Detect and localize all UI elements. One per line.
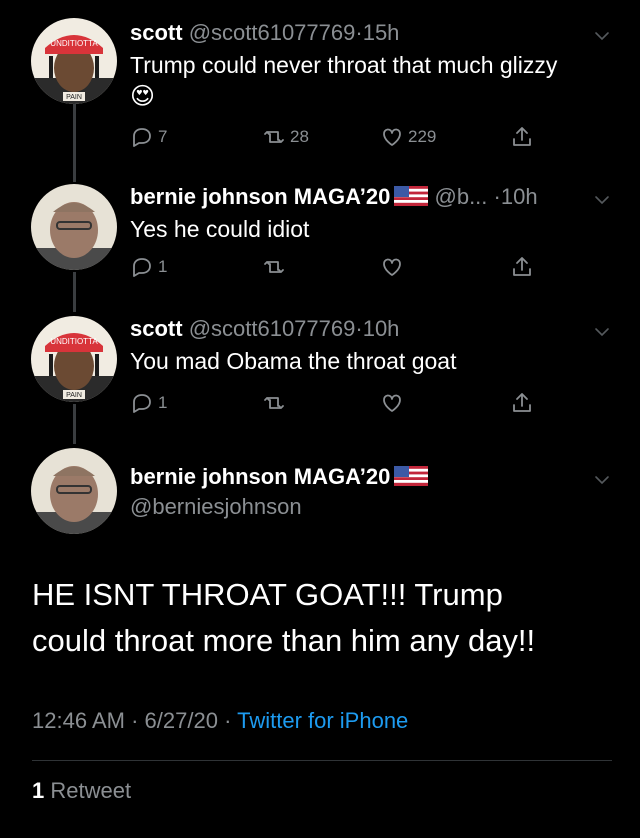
- retweet-count: 28: [290, 127, 309, 146]
- share-button[interactable]: [510, 391, 538, 415]
- us-flag-icon: [394, 186, 429, 206]
- heart-icon: [383, 258, 401, 276]
- tweet-actions: 1: [130, 255, 540, 283]
- reply-icon: [133, 128, 151, 147]
- thread-line: [73, 272, 76, 312]
- avatar-shirt-text: PAIN: [66, 392, 82, 399]
- reply-button[interactable]: 1: [130, 255, 167, 279]
- share-button[interactable]: [510, 255, 538, 279]
- tweet-date[interactable]: 6/27/20: [145, 708, 218, 733]
- like-button[interactable]: [380, 255, 408, 279]
- user-handle-text: @berniesjohnson: [130, 494, 302, 519]
- tweet-text: HE ISNT THROAT GOAT!!! Trump could throa…: [32, 572, 612, 664]
- tweet-meta: 12:46 AM · 6/27/20 · Twitter for iPhone: [32, 708, 408, 734]
- user-handle[interactable]: @scott61077769: [189, 20, 356, 45]
- display-name[interactable]: bernie johnson MAGA’20: [130, 464, 390, 489]
- separator-dot: ·: [131, 708, 139, 733]
- reply-count: 1: [158, 393, 168, 412]
- display-name[interactable]: scott: [130, 20, 183, 45]
- thread-line: [73, 104, 76, 182]
- reply-button[interactable]: 1: [130, 391, 167, 415]
- tweet-header: bernie johnson MAGA’20: [130, 464, 429, 490]
- user-handle[interactable]: @scott61077769: [189, 316, 356, 341]
- thread-line: [73, 404, 76, 444]
- separator-dot: ·: [493, 184, 501, 209]
- retweet-total: 1: [32, 778, 45, 803]
- retweet-icon: [264, 261, 284, 273]
- heart-eyes-emoji: 😍: [130, 83, 156, 110]
- tweet-header: bernie johnson MAGA’20 @b... ·10h: [130, 184, 538, 210]
- share-icon: [513, 393, 531, 412]
- avatar-shirt-text: PAIN: [66, 94, 82, 101]
- retweet-button[interactable]: [262, 255, 290, 279]
- tweet-text: Trump could never throat that much glizz…: [130, 52, 558, 78]
- tweet-text-line: could throat more than him any day!!: [32, 623, 536, 658]
- reply-count: 7: [158, 127, 168, 146]
- like-button[interactable]: [380, 391, 408, 415]
- tweet-header: scott @scott61077769·10h: [130, 316, 399, 342]
- share-icon: [513, 257, 531, 276]
- like-button[interactable]: 229: [380, 125, 436, 149]
- retweet-icon: [264, 397, 284, 409]
- avatar[interactable]: UNDITIOTTA PAIN: [31, 18, 117, 104]
- chevron-down-icon[interactable]: [594, 324, 610, 340]
- user-handle[interactable]: @b...: [435, 184, 488, 209]
- retweet-stats[interactable]: 1 Retweet: [32, 778, 131, 804]
- separator-dot: ·: [355, 316, 363, 341]
- avatar[interactable]: [31, 448, 117, 534]
- display-name[interactable]: scott: [130, 316, 183, 341]
- tweet-time[interactable]: 10h: [501, 184, 538, 209]
- avatar[interactable]: UNDITIOTTA PAIN: [31, 316, 117, 402]
- reply-icon: [133, 258, 151, 277]
- us-flag-icon: [394, 466, 429, 486]
- reply-count: 1: [158, 257, 168, 276]
- chevron-down-icon[interactable]: [594, 472, 610, 488]
- separator-dot: ·: [355, 20, 363, 45]
- share-button[interactable]: [510, 125, 538, 149]
- avatar-cap-text: UNDITIOTTA: [50, 337, 98, 346]
- tweet-source-link[interactable]: Twitter for iPhone: [237, 708, 408, 733]
- tweet-actions: 1: [130, 391, 540, 419]
- tweet-text: Yes he could idiot: [130, 216, 310, 242]
- avatar[interactable]: [31, 184, 117, 270]
- tweet-time[interactable]: 15h: [363, 20, 400, 45]
- tweet-header: scott @scott61077769·15h: [130, 20, 399, 46]
- retweet-button[interactable]: 28: [262, 125, 309, 149]
- chevron-down-icon[interactable]: [594, 192, 610, 208]
- retweet-label: Retweet: [50, 778, 132, 803]
- divider: [32, 760, 612, 761]
- heart-icon: [383, 128, 401, 146]
- retweet-button[interactable]: [262, 391, 290, 415]
- reply-icon: [133, 394, 151, 413]
- chevron-down-icon[interactable]: [594, 28, 610, 44]
- tweet-text: You mad Obama the throat goat: [130, 348, 457, 374]
- reply-button[interactable]: 7: [130, 125, 167, 149]
- user-handle[interactable]: @berniesjohnson: [130, 494, 302, 520]
- tweet-actions: 7 28 229: [130, 125, 540, 153]
- share-icon: [513, 127, 531, 146]
- separator-dot: ·: [224, 708, 232, 733]
- heart-icon: [383, 394, 401, 412]
- tweet-text-line: HE ISNT THROAT GOAT!!! Trump: [32, 577, 503, 612]
- tweet-timestamp[interactable]: 12:46 AM: [32, 708, 125, 733]
- tweet-time[interactable]: 10h: [363, 316, 400, 341]
- display-name[interactable]: bernie johnson MAGA’20: [130, 184, 390, 209]
- retweet-icon: [264, 131, 284, 143]
- avatar-cap-text: UNDITIOTTA: [50, 39, 98, 48]
- like-count: 229: [408, 127, 437, 146]
